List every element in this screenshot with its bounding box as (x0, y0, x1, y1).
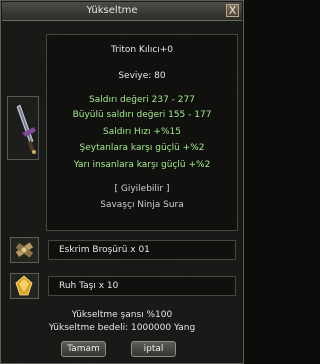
soul-stone-icon (15, 275, 33, 296)
item-name: Triton Kılıcı+0 (110, 45, 174, 55)
item-stat: Büyülü saldırı değeri 155 - 177 (72, 110, 212, 120)
material-row: Ruh Taşı x 10 (10, 273, 236, 299)
material-label: Eskrim Broşürü x 01 (48, 240, 236, 260)
item-info-panel: Triton Kılıcı+0 Seviye: 80 Saldırı değer… (46, 34, 238, 231)
material-slot[interactable] (10, 237, 39, 263)
sword-icon (16, 104, 36, 154)
material-label: Ruh Taşı x 10 (48, 276, 236, 296)
ok-button[interactable]: Tamam (61, 341, 106, 357)
scroll-icon (15, 242, 34, 258)
close-button[interactable]: X (226, 4, 239, 17)
cancel-button[interactable]: iptal (131, 341, 176, 357)
material-slot[interactable] (10, 273, 39, 299)
item-stat: Yarı insanlara karşı güçlü +%2 (73, 160, 211, 170)
item-stat: Saldırı değeri 237 - 277 (89, 95, 195, 105)
item-stat: Şeytanlara karşı güçlü +%2 (79, 143, 205, 153)
title-bar[interactable]: Yükseltme X (2, 2, 242, 21)
item-wearable: [ Giyilebilir ] (114, 184, 170, 194)
item-level: Seviye: 80 (118, 71, 166, 81)
upgrade-window: Yükseltme X Triton Kılıcı+0 Seviye: 80 S… (0, 0, 244, 364)
window-title: Yükseltme (86, 5, 138, 16)
upgrade-chance: Yükseltme şansı %100 (71, 310, 173, 320)
item-classes: Savaşçı Ninja Sura (100, 200, 184, 210)
material-row: Eskrim Broşürü x 01 (10, 237, 236, 263)
item-slot[interactable] (7, 96, 39, 160)
upgrade-cost: Yükseltme bedeli: 1000000 Yang (48, 323, 196, 333)
item-stat: Saldırı Hızı +%15 (103, 127, 181, 137)
